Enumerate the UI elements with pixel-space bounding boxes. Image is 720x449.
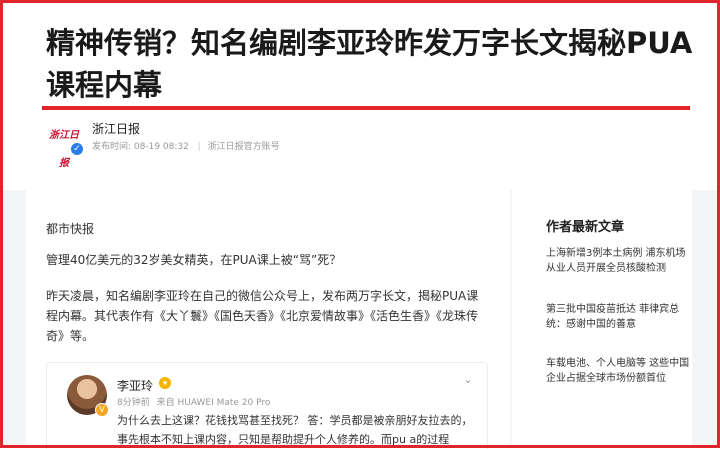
publish-time: 发布时间: 08-19 08:32 <box>92 142 189 152</box>
sidebar-article-link[interactable]: 第三批中国疫苗抵达 菲律宾总统：感谢中国的善意 <box>546 302 692 332</box>
embedded-post[interactable]: V 李亚玲 ★ 8分钟前 来自 HUAWEI Mate 20 Pro ⌄ 为什么… <box>46 362 488 449</box>
post-meta: 8分钟前 来自 HUAWEI Mate 20 Pro <box>117 395 274 408</box>
meta-divider: | <box>197 142 201 152</box>
article-body: 都市快报 管理40亿美元的32岁美女精英，在PUA课上被“骂”死？ 昨天凌晨，知… <box>26 190 510 449</box>
verified-icon: ✓ <box>70 142 84 156</box>
source-meta: 发布时间: 08-19 08:32 | 浙江日报官方账号 <box>92 139 286 152</box>
paragraph: 昨天凌晨，知名编剧李亚玲在自己的微信公众号上，发布两万字长文，揭秘PUA课程内幕… <box>46 289 479 343</box>
account-label: 浙江日报官方账号 <box>207 142 280 152</box>
vip-badge-icon: ★ <box>159 377 171 389</box>
article-title: 精神传销？知名编剧李亚玲昨发万字长文揭秘PUA课程内幕 <box>46 26 693 102</box>
chevron-down-icon[interactable]: ⌄ <box>461 373 475 387</box>
sidebar-title: 作者最新文章 <box>546 220 625 235</box>
source-name[interactable]: 浙江日报 <box>92 120 140 137</box>
section-label: 都市快报 <box>46 222 95 236</box>
verified-badge-icon: V <box>95 403 109 417</box>
post-text: 为什么去上这课？花钱找骂甚至找死？ 答：学员都是被亲朋好友拉去的，事先根本不知上… <box>117 414 473 446</box>
post-time: 8分钟前 <box>117 398 150 408</box>
sidebar: 作者最新文章 上海新增3例本土病例 浦东机场从业人员开展全员核酸检测 第三批中国… <box>512 190 692 448</box>
article-header: 精神传销？知名编剧李亚玲昨发万字长文揭秘PUA课程内幕 浙江日报 ✓ 浙江日报 … <box>0 0 720 190</box>
post-device: 来自 HUAWEI Mate 20 Pro <box>156 398 271 408</box>
paragraph: 管理40亿美元的32岁美女精英，在PUA课上被“骂”死？ <box>46 253 342 267</box>
sidebar-article-link[interactable]: 上海新增3例本土病例 浦东机场从业人员开展全员核酸检测 <box>546 246 692 276</box>
sidebar-article-link[interactable]: 车载电池、个人电脑等 这些中国企业占据全球市场份额首位 <box>546 356 692 386</box>
post-author-name[interactable]: 李亚玲 <box>117 377 153 394</box>
title-underline <box>42 106 690 110</box>
